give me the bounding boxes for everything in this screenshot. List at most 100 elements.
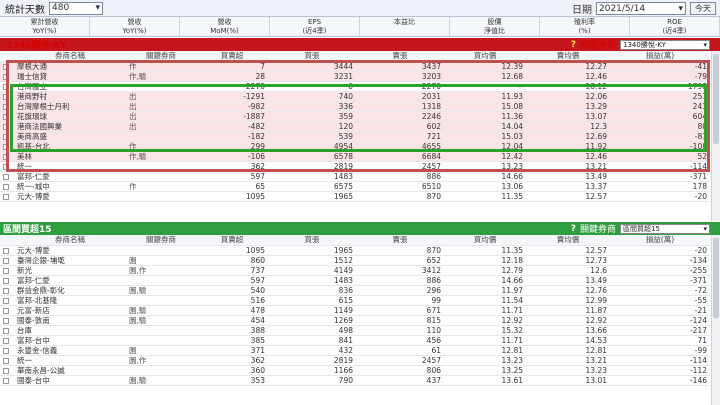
- metric-pe[interactable]: 本益比: [360, 17, 450, 36]
- column-header[interactable]: 買均價: [444, 235, 526, 246]
- column-header[interactable]: 券商名稱: [14, 235, 126, 246]
- column-header[interactable]: 賣張: [356, 235, 444, 246]
- row-checkbox[interactable]: [0, 355, 14, 366]
- table-row[interactable]: 群益金鼎-彰化 園,驗 540 836 296 11.97 12.76 -72: [0, 285, 710, 296]
- column-header[interactable]: 賣均價: [526, 235, 610, 246]
- help-icon[interactable]: ?: [571, 224, 576, 234]
- key-broker-select[interactable]: 1340勝悅-KY ▾: [620, 39, 710, 50]
- table-row[interactable]: 華南永昌-公誠 360 1166 806 13.25 13.23 -112: [0, 365, 710, 376]
- table-row[interactable]: 港商法國興業出 -482 120 602 14.04 12.3 80: [0, 121, 710, 132]
- column-header[interactable]: 買賣超: [196, 235, 268, 246]
- column-header[interactable]: 買張: [268, 235, 356, 246]
- metric-yield[interactable]: 殖利率 (%): [540, 17, 630, 36]
- row-checkbox[interactable]: [0, 295, 14, 306]
- column-header[interactable]: 買均價: [444, 51, 526, 62]
- help-icon[interactable]: ?: [571, 40, 576, 50]
- cell-pl: -255: [610, 265, 710, 276]
- row-checkbox[interactable]: [0, 191, 14, 202]
- row-checkbox[interactable]: [0, 275, 14, 286]
- table-row[interactable]: 新光 園,作 737 4149 3412 12.79 12.6 -255: [0, 265, 710, 276]
- row-checkbox[interactable]: [0, 111, 14, 122]
- row-checkbox[interactable]: [0, 91, 14, 102]
- broker-tag: 作,驗: [126, 151, 196, 162]
- cell-s: 2031: [356, 91, 444, 102]
- cell-bp: 11.97: [444, 285, 526, 296]
- row-checkbox[interactable]: [0, 181, 14, 192]
- broker-tag: [126, 275, 196, 286]
- table-row[interactable]: 統一 園,作 362 2819 2457 13.23 13.21 -114: [0, 355, 710, 366]
- table-row[interactable]: 凱基-台北作 299 4954 4655 12.04 11.92 -108: [0, 141, 710, 152]
- row-checkbox[interactable]: [0, 141, 14, 152]
- table-row[interactable]: 統一 362 2819 2457 13.23 13.21 -114: [0, 161, 710, 172]
- table-row[interactable]: 港商野村出 -1291 740 2031 11.93 12.06 251: [0, 91, 710, 102]
- table-row[interactable]: 國泰-敦南 園,驗 454 1269 815 12.92 12.92 -124: [0, 315, 710, 326]
- table-row[interactable]: 統一-城中作 65 6575 6510 13.06 13.37 178: [0, 181, 710, 192]
- row-checkbox[interactable]: [0, 245, 14, 256]
- table-row[interactable]: 台灣匯立 -2270 0 2270 -- 18.12 1798: [0, 81, 710, 92]
- row-checkbox[interactable]: [0, 151, 14, 162]
- table-row[interactable]: 美商高盛 -182 539 721 15.03 12.69 -81: [0, 131, 710, 142]
- cell-v: -182: [196, 131, 268, 142]
- table-row[interactable]: 瑞士信貸 作,驗 28 3231 3203 12.68 12.46 -79: [0, 71, 710, 82]
- metric-revenue-yoy[interactable]: 營收 YoY(%): [90, 17, 180, 36]
- metric-roe[interactable]: ROE (近4季): [630, 17, 720, 36]
- row-checkbox[interactable]: [0, 161, 14, 172]
- row-checkbox[interactable]: [0, 375, 14, 386]
- table-row[interactable]: 富邦-仁愛 597 1483 886 14.66 13.49 -371: [0, 171, 710, 182]
- column-header[interactable]: 關鍵券商: [126, 235, 196, 246]
- row-checkbox[interactable]: [0, 101, 14, 112]
- range-select[interactable]: 區間買超15 ▾: [620, 223, 710, 234]
- column-header[interactable]: 損益(萬): [610, 51, 710, 62]
- table-row[interactable]: 富邦-仁愛 597 1483 886 14.66 13.49 -371: [0, 275, 710, 286]
- row-checkbox[interactable]: [0, 171, 14, 182]
- row-checkbox[interactable]: [0, 365, 14, 376]
- row-checkbox[interactable]: [0, 121, 14, 132]
- column-header[interactable]: 券商名稱: [14, 51, 126, 62]
- row-checkbox[interactable]: [0, 255, 14, 266]
- table-row[interactable]: 台庫 388 498 110 15.32 13.66 -217: [0, 325, 710, 336]
- table-row[interactable]: 臺灣企銀-埔墘園 860 1512 652 12.18 12.73 -134: [0, 255, 710, 266]
- row-checkbox[interactable]: [0, 305, 14, 316]
- metric-eps[interactable]: EPS (近4季): [270, 17, 360, 36]
- table-row[interactable]: 美林 作,驗 -106 6578 6684 12.42 12.46 52: [0, 151, 710, 162]
- cell-v: -482: [196, 121, 268, 132]
- column-header[interactable]: 買張: [268, 51, 356, 62]
- table-row[interactable]: 富邦-北基隆 516 615 99 11.54 12.99 -55: [0, 295, 710, 306]
- today-button[interactable]: 今天: [690, 2, 716, 15]
- table-row[interactable]: 富邦-台中 385 841 456 11.71 14.53 71: [0, 335, 710, 346]
- row-checkbox[interactable]: [0, 131, 14, 142]
- table-row[interactable]: 元富-新店 園,驗 478 1149 671 11.71 11.87 -21: [0, 305, 710, 316]
- table-row[interactable]: 花旗環球出 -1887 359 2246 11.36 13.07 604: [0, 111, 710, 122]
- table-row[interactable]: 元大-博愛 1095 1965 870 11.35 12.57 -20: [0, 245, 710, 256]
- scrollbar[interactable]: [711, 51, 720, 221]
- column-header[interactable]: 買賣超: [196, 51, 268, 62]
- column-header[interactable]: 損益(萬): [610, 235, 710, 246]
- column-header[interactable]: 賣張: [356, 51, 444, 62]
- row-checkbox[interactable]: [0, 265, 14, 276]
- row-checkbox[interactable]: [0, 81, 14, 92]
- cell-s: 886: [356, 171, 444, 182]
- row-checkbox[interactable]: [0, 325, 14, 336]
- row-checkbox[interactable]: [0, 61, 14, 72]
- table-row[interactable]: 台灣摩根士丹利出 -982 336 1318 15.08 13.29 243: [0, 101, 710, 112]
- row-checkbox[interactable]: [0, 315, 14, 326]
- column-header[interactable]: 賣均價: [526, 51, 610, 62]
- cell-b: 615: [268, 295, 356, 306]
- row-checkbox[interactable]: [0, 71, 14, 82]
- date-picker[interactable]: 2021/5/14 ▾: [596, 2, 686, 15]
- cell-pl: -371: [610, 171, 710, 182]
- metric-revenue-mom[interactable]: 營收 MoM(%): [180, 17, 270, 36]
- scrollbar[interactable]: [711, 235, 720, 405]
- cell-v: 362: [196, 161, 268, 172]
- table-row[interactable]: 永豐金-信義園 371 432 61 12.81 12.81 -99: [0, 345, 710, 356]
- metric-cumulative-revenue-yoy[interactable]: 累計營收 YoY(%): [0, 17, 90, 36]
- row-checkbox[interactable]: [0, 345, 14, 356]
- metric-pb[interactable]: 股價 淨值比: [450, 17, 540, 36]
- row-checkbox[interactable]: [0, 335, 14, 346]
- table-row[interactable]: 摩根大通作 7 3444 3437 12.39 12.27 -41: [0, 61, 710, 72]
- row-checkbox[interactable]: [0, 285, 14, 296]
- table-row[interactable]: 國泰-台中 園,驗 353 790 437 13.61 13.01 -146: [0, 375, 710, 386]
- table-row[interactable]: 元大-博愛 1095 1965 870 11.35 12.57 -20: [0, 191, 710, 202]
- column-header[interactable]: 關鍵券商: [126, 51, 196, 62]
- days-select[interactable]: 480 ▾: [49, 1, 103, 15]
